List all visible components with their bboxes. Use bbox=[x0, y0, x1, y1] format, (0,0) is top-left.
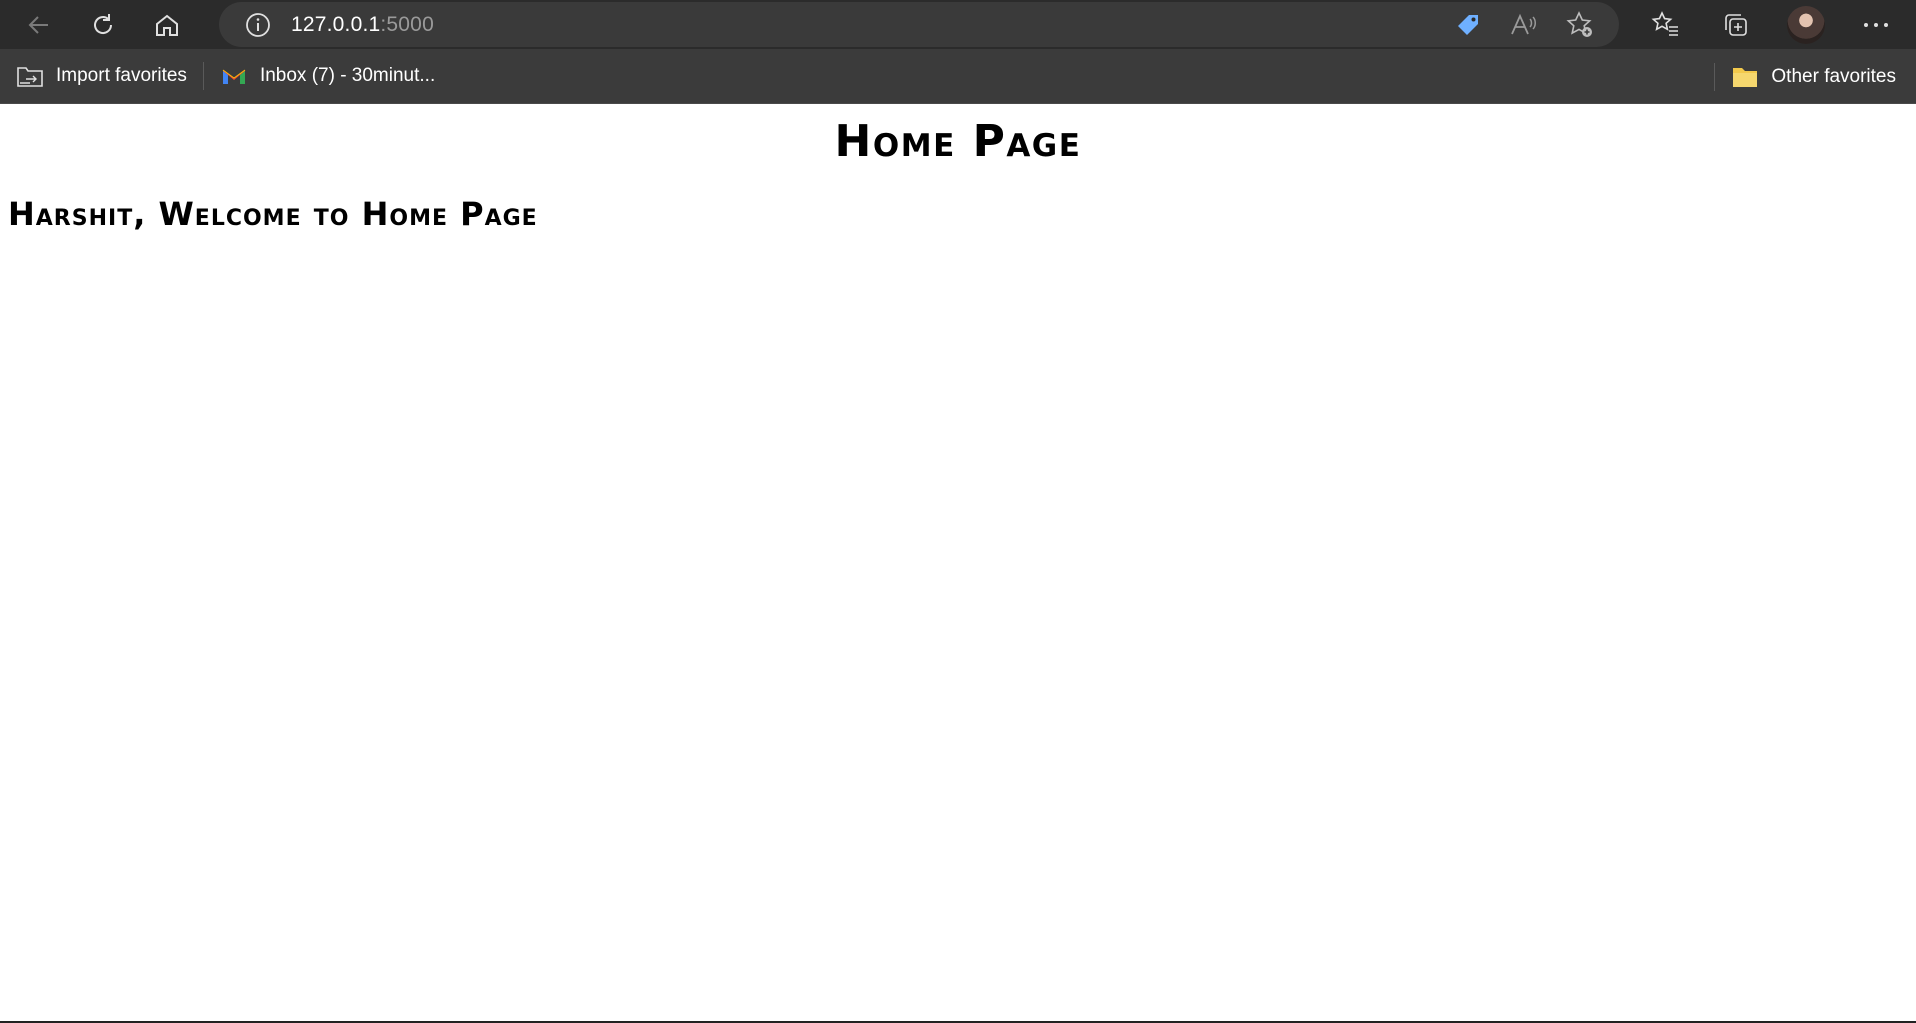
favorites-divider bbox=[1714, 62, 1716, 91]
url-host: 127.0.0.1 bbox=[291, 12, 381, 36]
favorite-label: Import favorites bbox=[56, 65, 187, 86]
address-actions bbox=[1451, 2, 1597, 47]
other-favorites-area: Other favorites bbox=[1704, 49, 1902, 104]
info-icon[interactable] bbox=[241, 8, 275, 42]
url-port: :5000 bbox=[380, 12, 434, 36]
browser-toolbar: 127.0.0.1:5000 bbox=[0, 0, 1916, 49]
toolbar-right bbox=[1646, 0, 1896, 49]
home-icon[interactable] bbox=[142, 5, 192, 45]
favorites-icon[interactable] bbox=[1646, 5, 1686, 45]
favorite-label: Inbox (7) - 30minut... bbox=[259, 65, 436, 86]
refresh-icon[interactable] bbox=[78, 5, 128, 45]
import-folder-icon bbox=[16, 62, 44, 90]
other-favorites-label: Other favorites bbox=[1771, 65, 1896, 87]
profile-button[interactable] bbox=[1786, 5, 1826, 45]
add-favorite-icon[interactable] bbox=[1563, 8, 1597, 42]
more-icon[interactable] bbox=[1856, 5, 1896, 45]
page-title: Home Page bbox=[834, 116, 1082, 167]
favorites-bar: Import favorites Inbox (7) - 30minut... … bbox=[0, 49, 1916, 104]
address-bar[interactable]: 127.0.0.1:5000 bbox=[219, 2, 1619, 47]
folder-icon bbox=[1731, 63, 1759, 91]
gmail-icon bbox=[220, 62, 248, 90]
welcome-message: Harshit, Welcome to Home Page bbox=[8, 195, 538, 233]
page-content: Home Page Harshit, Welcome to Home Page bbox=[0, 104, 1916, 1023]
read-aloud-icon[interactable] bbox=[1507, 8, 1541, 42]
favorite-inbox[interactable]: Inbox (7) - 30minut... bbox=[214, 56, 441, 96]
avatar bbox=[1787, 5, 1825, 44]
favorite-import[interactable]: Import favorites bbox=[10, 56, 193, 96]
other-favorites[interactable]: Other favorites bbox=[1725, 57, 1902, 97]
tag-icon[interactable] bbox=[1451, 8, 1485, 42]
url-text[interactable]: 127.0.0.1:5000 bbox=[291, 13, 434, 37]
favorites-divider bbox=[202, 62, 204, 90]
collections-icon[interactable] bbox=[1716, 5, 1756, 45]
back-arrow-icon[interactable] bbox=[14, 5, 64, 45]
